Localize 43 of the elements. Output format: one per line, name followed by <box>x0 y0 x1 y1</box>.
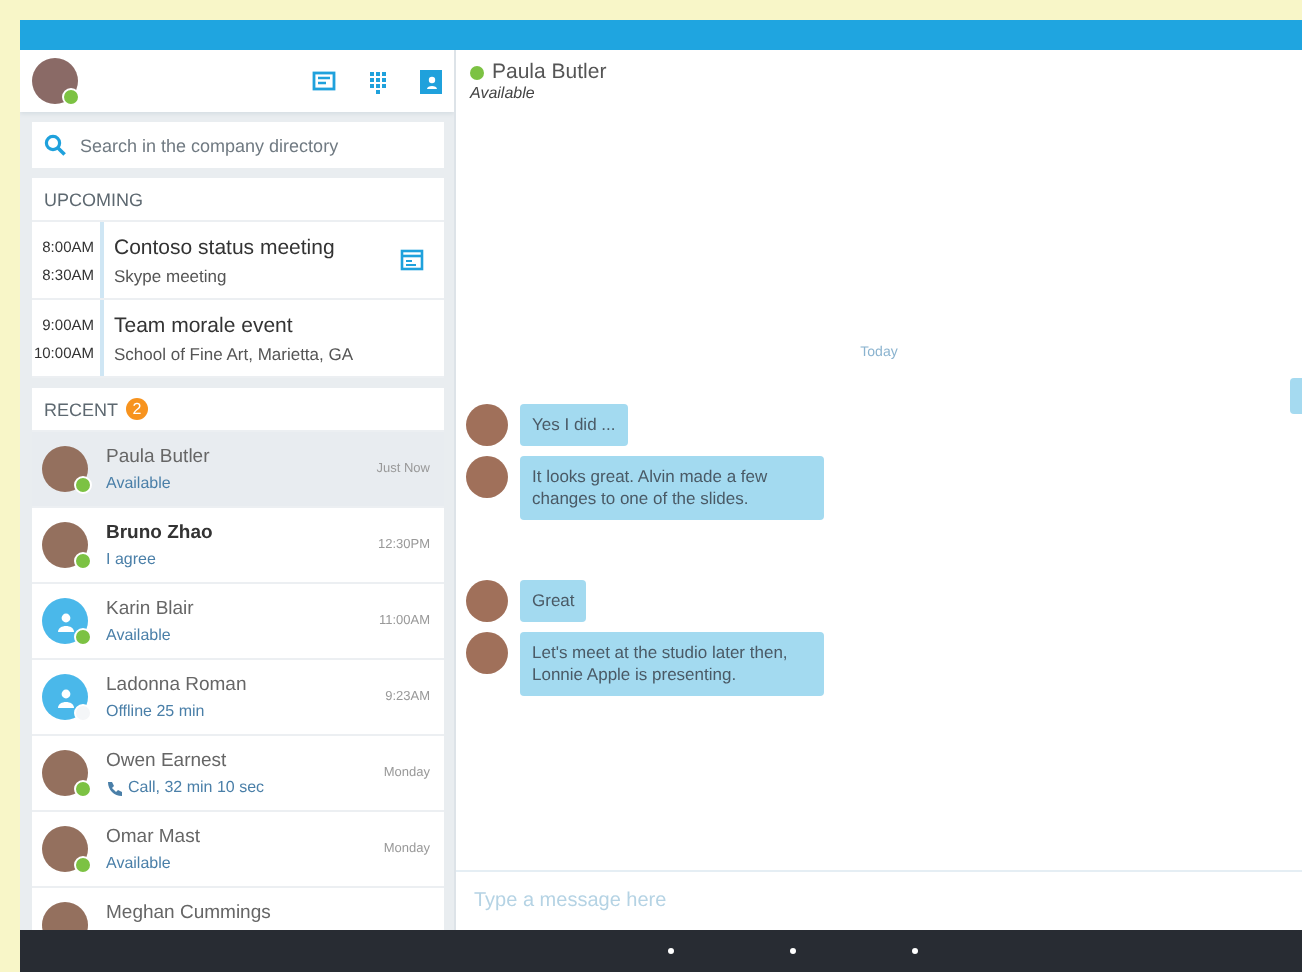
contact-name: Paula Butler <box>106 446 212 468</box>
meeting-location: School of Fine Art, Marietta, GA <box>114 343 356 363</box>
contact-status: Available <box>470 84 537 102</box>
avatar-photo <box>466 404 508 446</box>
contact-name: Karin Blair <box>106 598 196 620</box>
contact-status: Available <box>106 626 171 644</box>
meeting-location: Skype meeting <box>114 265 229 285</box>
chat-icon[interactable] <box>312 69 336 93</box>
meeting-icon[interactable] <box>400 248 424 272</box>
contact-status: Call, 32 min 10 sec <box>128 778 265 796</box>
contact-status: I agree <box>106 550 156 568</box>
message-input[interactable]: Type a message here <box>470 888 1288 914</box>
chat-bubble: It looks great. Alvin made a few changes to one of the slides. <box>520 456 824 520</box>
unread-badge: 2 <box>126 398 149 420</box>
meeting-title: Team morale event <box>114 313 295 337</box>
contact-name: Meghan Cummings <box>106 902 273 924</box>
dialpad-icon[interactable] <box>368 69 388 93</box>
contact-status: Offline 25 min <box>106 702 205 720</box>
avatar-photo <box>466 456 508 498</box>
chat-bubble: Let's meet at the studio later then, Lonnie Apple is presenting. <box>520 632 824 696</box>
dot-icon[interactable] <box>912 948 918 954</box>
avatar-photo <box>466 632 508 674</box>
contact-name: Paula Butler <box>492 60 607 84</box>
contact-status: Available <box>106 854 171 872</box>
contact-name: Ladonna Roman <box>106 674 249 696</box>
chat-bubble: Great <box>520 580 587 622</box>
chat-bubble: Yes I did ... <box>520 404 628 446</box>
person-icon <box>55 687 75 707</box>
section-title: RECENT <box>44 399 119 419</box>
contact-name: Owen Earnest <box>106 750 229 772</box>
contact-name: Bruno Zhao <box>106 522 215 544</box>
avatar-photo <box>466 580 508 622</box>
search-field[interactable]: Search in the company directory <box>32 122 444 168</box>
dot-icon[interactable] <box>668 948 674 954</box>
contacts-icon[interactable] <box>420 69 442 93</box>
meeting-title: Contoso status meeting <box>114 235 337 259</box>
search-icon <box>44 134 66 156</box>
person-icon <box>55 611 75 631</box>
avatar-photo[interactable] <box>32 58 78 104</box>
contact-status: Available <box>106 474 171 492</box>
contact-name: Omar Mast <box>106 826 202 848</box>
section-title: UPCOMING <box>44 189 143 209</box>
dot-icon[interactable] <box>790 948 796 954</box>
